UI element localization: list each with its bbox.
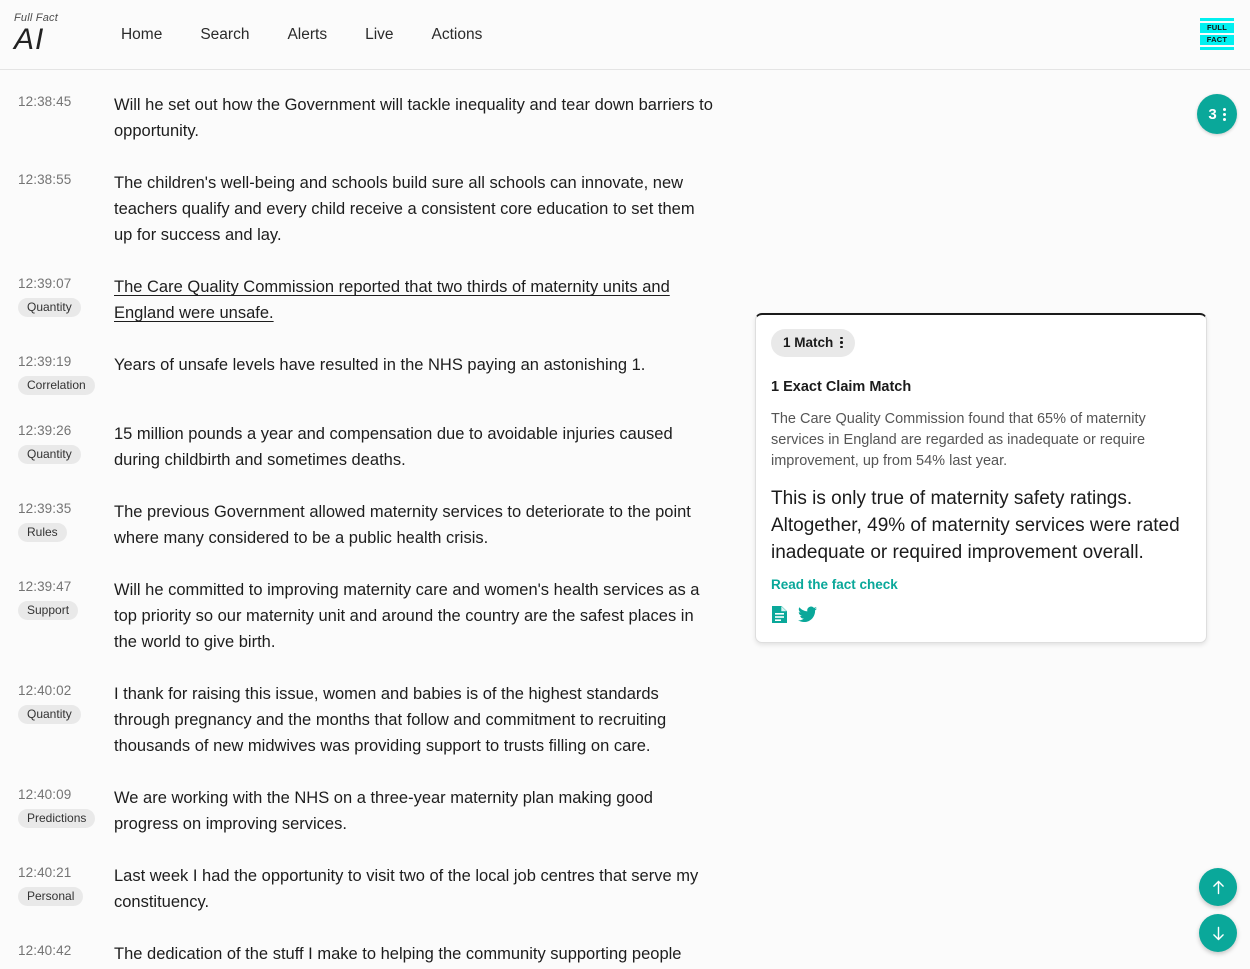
transcript-tag[interactable]: Correlation: [18, 376, 95, 395]
transcript-text: Years of unsafe levels have resulted in …: [114, 356, 646, 374]
transcript-row-meta: 12:39:19 Correlation: [18, 352, 114, 395]
transcript-row: 12:38:55 The children's well-being and sc…: [0, 170, 735, 248]
transcript-text: Will he set out how the Government will …: [114, 96, 713, 140]
transcript-timestamp: 12:39:26: [18, 423, 72, 438]
transcript-row: 12:39:47 Support Will he committed to impr…: [0, 577, 735, 655]
arrow-up-icon: [1212, 880, 1224, 894]
card-action-icons: [771, 605, 1191, 624]
scroll-controls: [1199, 868, 1237, 952]
transcript-tag[interactable]: Support: [18, 601, 79, 620]
transcript-text: The children's well-being and schools bu…: [114, 174, 695, 244]
match-rail: 3 1 Match 1 Exact Claim Match The Care Q…: [735, 70, 1250, 969]
transcript-row: 12:40:09 Predictions We are working with t…: [0, 785, 735, 837]
transcript-row-meta: 12:38:45: [18, 92, 114, 144]
transcript-timestamp: 12:39:19: [18, 354, 72, 369]
transcript-tag[interactable]: Quantity: [18, 298, 81, 317]
app-header: Full Fact AI Home Search Alerts Live Act…: [0, 0, 1250, 70]
transcript-timestamp: 12:39:47: [18, 579, 72, 594]
transcript-row: 12:40:21 Personal Last week I had the oppo…: [0, 863, 735, 915]
transcript-row-meta: 12:39:26 Quantity: [18, 421, 114, 473]
transcript-timestamp: 12:39:07: [18, 276, 72, 291]
transcript-text: I thank for raising this issue, women an…: [114, 685, 667, 755]
transcript-tag[interactable]: Quantity: [18, 445, 81, 464]
transcript-timestamp: 12:40:09: [18, 787, 72, 802]
read-fact-check-link[interactable]: Read the fact check: [771, 577, 898, 592]
main-navigation: Home Search Alerts Live Actions: [102, 18, 501, 52]
transcript-row-meta: 12:40:09 Predictions: [18, 785, 114, 837]
kebab-menu-icon[interactable]: [840, 336, 843, 349]
brand-supertitle: Full Fact: [14, 11, 58, 24]
transcript-text: We are working with the NHS on a three-y…: [114, 789, 653, 833]
transcript-text: The previous Government allowed maternit…: [114, 503, 691, 547]
transcript-row: 12:38:45 Will he set out how the Governme…: [0, 92, 735, 144]
card-claim-text: The Care Quality Commission found that 6…: [771, 411, 1146, 469]
card-verdict-text: This is only true of maternity safety ra…: [771, 488, 1180, 563]
match-count-value: 3: [1208, 105, 1217, 123]
transcript-row-meta: 12:39:35 Rules: [18, 499, 114, 551]
scroll-up-button[interactable]: [1199, 868, 1237, 906]
nav-item-live[interactable]: Live: [346, 18, 412, 52]
transcript-row: 12:40:42 The dedication of the stuff I ma…: [0, 941, 735, 967]
match-count-badge[interactable]: 3: [1197, 94, 1237, 134]
card-heading: 1 Exact Claim Match: [771, 379, 912, 395]
logo-stripe: [1200, 44, 1234, 47]
transcript-timestamp: 12:40:42: [18, 943, 72, 958]
transcript-text: Will he committed to improving maternity…: [114, 581, 700, 651]
transcript-tag[interactable]: Predictions: [18, 809, 96, 828]
transcript-timestamp: 12:40:21: [18, 865, 72, 880]
article-document-icon[interactable]: [771, 605, 788, 624]
transcript-row-meta: 12:40:02 Quantity: [18, 681, 114, 759]
brand-logo[interactable]: Full Fact AI: [14, 11, 58, 57]
transcript-row: 12:39:19 Correlation Years of unsafe level…: [0, 352, 735, 395]
transcript-row-meta: 12:39:47 Support: [18, 577, 114, 655]
transcript-text: The dedication of the stuff I make to he…: [114, 945, 682, 963]
transcript-timestamp: 12:38:45: [18, 94, 72, 109]
nav-item-home[interactable]: Home: [102, 18, 181, 52]
transcript-tag[interactable]: Quantity: [18, 705, 81, 724]
transcript-timestamp: 12:40:02: [18, 683, 72, 698]
transcript-row-meta: 12:39:07 Quantity: [18, 274, 114, 326]
full-fact-logo-icon[interactable]: FULL FACT: [1200, 18, 1234, 50]
transcript-row: 12:40:02 Quantity I thank for raising this…: [0, 681, 735, 759]
transcript-row-meta: 12:40:42: [18, 941, 114, 967]
transcript-list: 12:38:45 Will he set out how the Governme…: [0, 70, 735, 969]
transcript-claim-text[interactable]: The Care Quality Commission reported tha…: [114, 274, 714, 326]
transcript-row: 12:39:26 Quantity 15 million pounds a year…: [0, 421, 735, 473]
logo-word-fact: FACT: [1205, 35, 1229, 44]
brand-title: AI: [14, 22, 45, 56]
transcript-text: Last week I had the opportunity to visit…: [114, 867, 699, 911]
match-badge[interactable]: 1 Match: [771, 329, 855, 357]
transcript-timestamp: 12:38:55: [18, 172, 72, 187]
transcript-tag[interactable]: Personal: [18, 887, 84, 906]
logo-word-full: FULL: [1206, 23, 1228, 33]
transcript-row: 12:39:35 Rules The previous Government all…: [0, 499, 735, 551]
transcript-row: 12:39:07 Quantity The Care Quality Commiss…: [0, 274, 735, 326]
nav-item-alerts[interactable]: Alerts: [268, 18, 346, 52]
fact-check-card: 1 Match 1 Exact Claim Match The Care Qua…: [755, 313, 1207, 643]
transcript-timestamp: 12:39:35: [18, 501, 72, 516]
transcript-tag[interactable]: Rules: [18, 523, 67, 542]
transcript-text: 15 million pounds a year and compensatio…: [114, 425, 673, 469]
transcript-row-meta: 12:40:21 Personal: [18, 863, 114, 915]
arrow-down-icon: [1212, 926, 1224, 940]
page-body: 12:38:45 Will he set out how the Governme…: [0, 70, 1250, 969]
transcript-row-meta: 12:38:55: [18, 170, 114, 248]
nav-item-search[interactable]: Search: [181, 18, 268, 52]
match-badge-label: 1 Match: [783, 335, 834, 350]
scroll-down-button[interactable]: [1199, 914, 1237, 952]
kebab-menu-icon[interactable]: [1222, 107, 1226, 121]
twitter-bird-icon[interactable]: [798, 606, 817, 623]
nav-item-actions[interactable]: Actions: [413, 18, 502, 52]
